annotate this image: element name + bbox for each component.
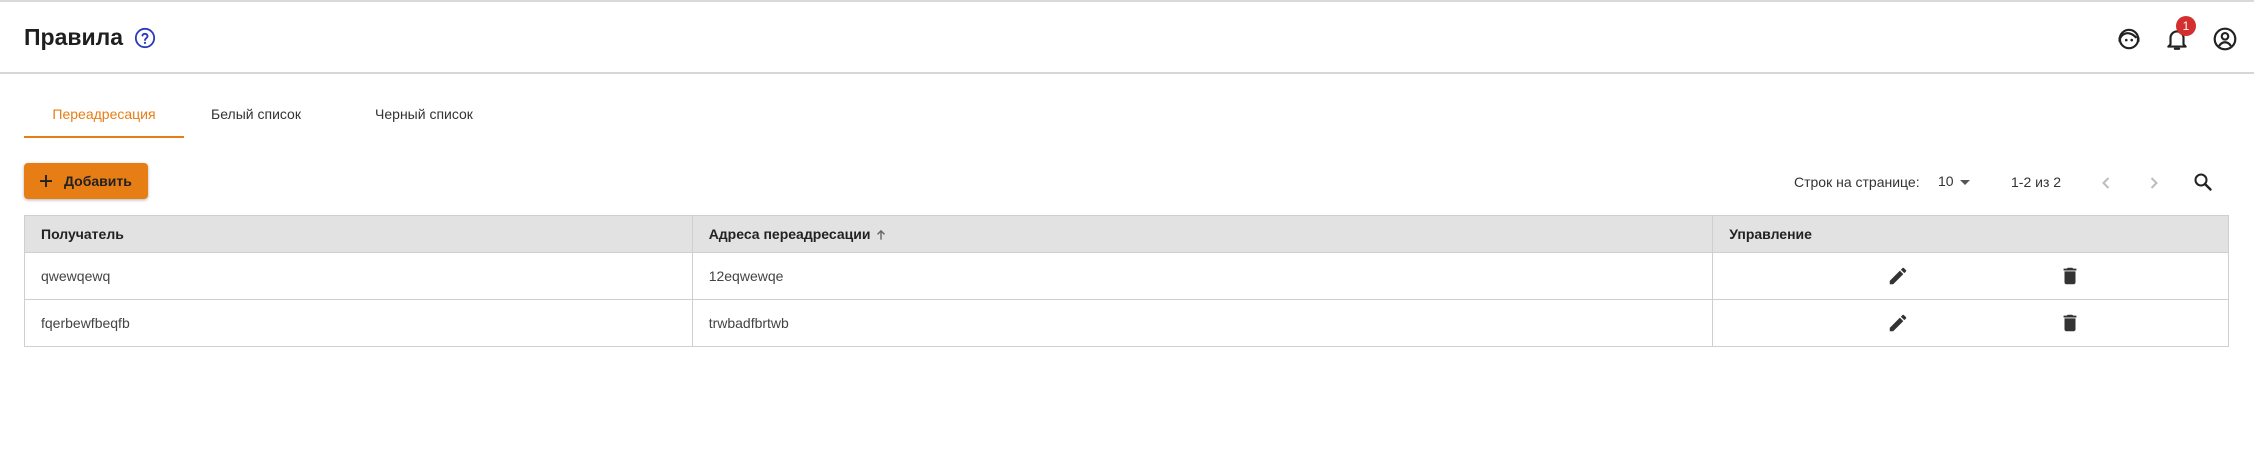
cell-forward-address: trwbadfbrtwb [691, 299, 1714, 347]
help-icon[interactable] [134, 27, 156, 49]
delete-icon[interactable] [2059, 312, 2081, 334]
previous-page-button[interactable] [2094, 171, 2118, 195]
table-row: qwewqewq 12eqwewqe [24, 252, 2229, 300]
cell-actions [1712, 252, 2229, 300]
tab-forwarding[interactable]: Переадресация [24, 93, 184, 138]
rows-per-page-label: Строк на странице: [1794, 174, 1920, 190]
column-header-management: Управление [1712, 215, 2229, 253]
column-header-forward-address[interactable]: Адреса переадресации [691, 215, 1714, 253]
cell-forward-address: 12eqwewqe [691, 252, 1714, 300]
next-page-button[interactable] [2142, 171, 2166, 195]
edit-icon[interactable] [1887, 265, 1909, 287]
cell-actions [1712, 299, 2229, 347]
search-button[interactable] [2191, 170, 2215, 194]
chevron-left-icon [2102, 177, 2110, 189]
cell-recipient: fqerbewfbeqfb [24, 299, 693, 347]
delete-icon[interactable] [2059, 265, 2081, 287]
table-header-row: Получатель Адреса переадресации Управлен… [24, 215, 2229, 253]
table-row: fqerbewfbeqfb trwbadfbrtwb [24, 299, 2229, 347]
column-header-recipient[interactable]: Получатель [24, 215, 693, 253]
page-title: Правила [24, 24, 124, 50]
arrow-up-icon [877, 230, 886, 240]
add-button-label: Добавить [64, 173, 132, 189]
add-button[interactable]: Добавить [24, 163, 148, 199]
app-header: Правила 1 [0, 2, 2254, 74]
chevron-down-icon[interactable] [1960, 180, 1970, 185]
account-circle-icon[interactable] [2212, 26, 2238, 52]
chevron-right-icon [2150, 177, 2158, 189]
column-header-forward-address-label: Адреса переадресации [708, 225, 871, 242]
support-agent-icon[interactable] [2116, 26, 2142, 52]
tab-whitelist[interactable]: Белый список [186, 93, 326, 138]
edit-icon[interactable] [1887, 312, 1909, 334]
rules-table: Получатель Адреса переадресации Управлен… [24, 215, 2229, 347]
rows-per-page-select[interactable]: 10 [1938, 173, 1954, 189]
cell-recipient: qwewqewq [24, 252, 693, 300]
notification-badge: 1 [2176, 16, 2196, 36]
search-icon [2194, 173, 2212, 191]
tab-blacklist[interactable]: Черный список [344, 93, 504, 138]
pagination-range: 1-2 из 2 [2011, 174, 2062, 190]
plus-icon [40, 175, 52, 187]
